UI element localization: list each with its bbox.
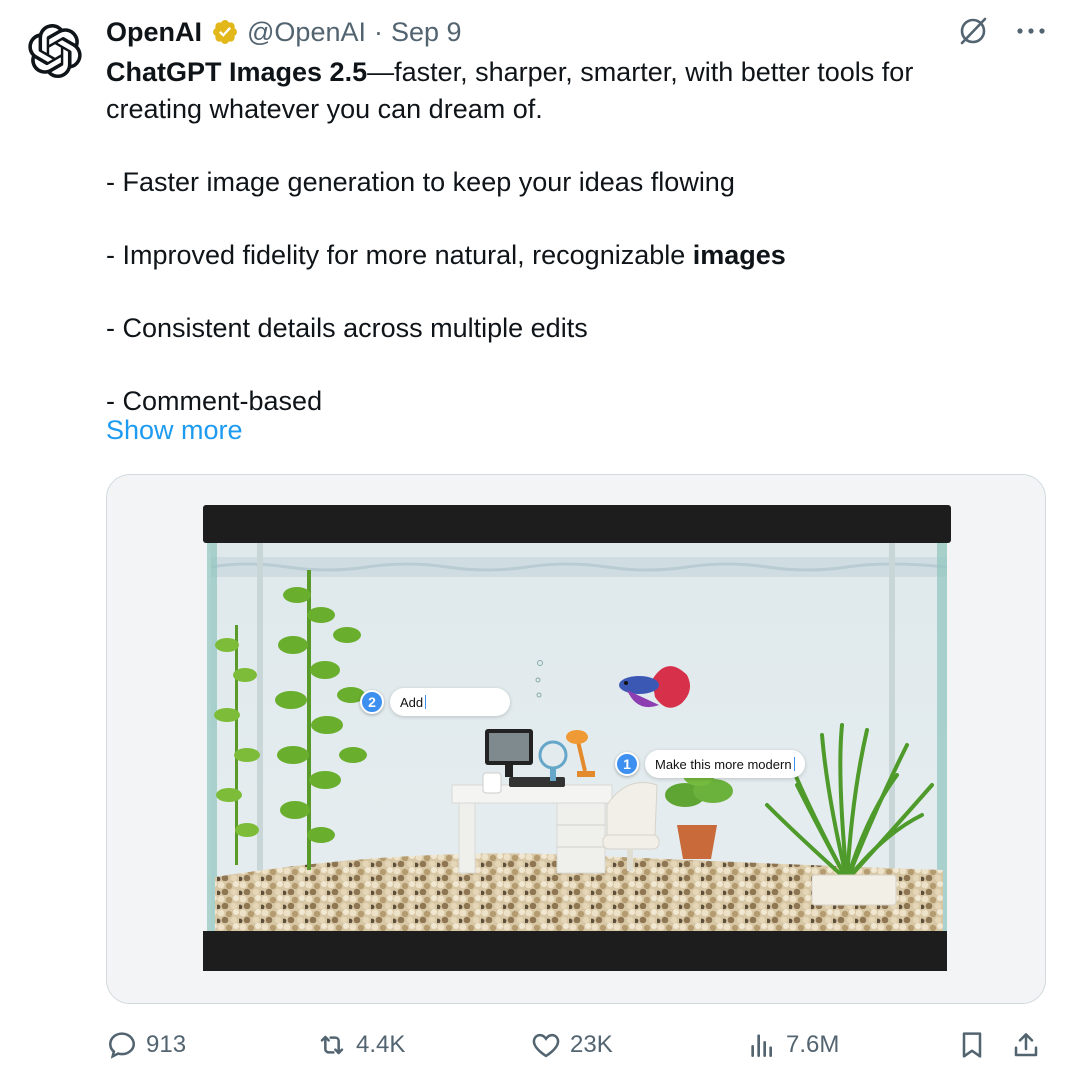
more-icon[interactable] (1016, 14, 1046, 48)
reply-icon (108, 1032, 136, 1059)
tweet-text: ChatGPT Images 2.5—faster, sharper, smar… (106, 54, 986, 419)
reply-count: 913 (146, 1031, 187, 1058)
openai-logo-icon (28, 24, 82, 78)
share-button[interactable] (1010, 1029, 1042, 1061)
tweet-actions: 913 4.4K 23K 7.6M (106, 1022, 1046, 1068)
comment-number-2: 2 (360, 690, 384, 714)
tweet-header: OpenAI @OpenAI · Sep 9 (106, 12, 462, 52)
views-count: 7.6M (786, 1031, 840, 1058)
bullet-consistent: - Consistent details across multiple edi… (106, 312, 588, 343)
separator-dot: · (373, 16, 383, 47)
comment-input-1[interactable]: Make this more modern (645, 750, 805, 778)
repost-button[interactable]: 4.4K (316, 1029, 405, 1061)
bullet-fidelity-text: - Improved fidelity for more natural, re… (106, 239, 693, 270)
repost-count: 4.4K (356, 1031, 406, 1058)
like-count: 23K (570, 1031, 613, 1058)
bullet-fidelity: - Improved fidelity for more natural, re… (106, 237, 986, 274)
post-date[interactable]: Sep 9 (391, 17, 462, 48)
aquarium-illustration (107, 475, 1045, 1003)
views-chart-icon (751, 1034, 772, 1057)
comment-text-1: Make this more modern (655, 756, 792, 772)
bullet-comment: - Comment-based (106, 385, 323, 416)
repost-icon (320, 1035, 344, 1055)
author-name[interactable]: OpenAI (106, 17, 202, 48)
bookmark-button[interactable] (956, 1029, 988, 1061)
comment-text-2: Add (400, 694, 424, 710)
share-icon (1014, 1033, 1038, 1057)
comment-number-1: 1 (615, 752, 639, 776)
views-button[interactable]: 7.6M (746, 1029, 839, 1061)
heart-icon (532, 1033, 560, 1058)
tweet-intro: ChatGPT Images 2.5—faster, sharper, smar… (106, 54, 986, 127)
grok-icon[interactable] (956, 14, 990, 48)
comment-pin-1[interactable]: 1 Make this more modern (615, 750, 805, 778)
bullet-faster: - Faster image generation to keep your i… (106, 166, 735, 197)
author-handle[interactable]: @OpenAI (247, 17, 366, 48)
tweet-media-image[interactable]: 2 Add 1 Make this more modern (106, 474, 1046, 1004)
comment-input-2[interactable]: Add (390, 688, 510, 716)
comment-pin-2[interactable]: 2 Add (360, 688, 510, 716)
top-actions (956, 14, 1046, 48)
author-avatar[interactable] (20, 16, 90, 86)
tweet-title: ChatGPT Images 2.5 (106, 57, 368, 87)
verified-badge-icon[interactable] (211, 18, 239, 46)
show-more-link[interactable]: Show more (106, 415, 243, 446)
bullet-fidelity-bold: images (692, 239, 786, 270)
like-button[interactable]: 23K (530, 1029, 613, 1061)
bookmark-icon (962, 1032, 982, 1058)
reply-button[interactable]: 913 (106, 1029, 186, 1061)
